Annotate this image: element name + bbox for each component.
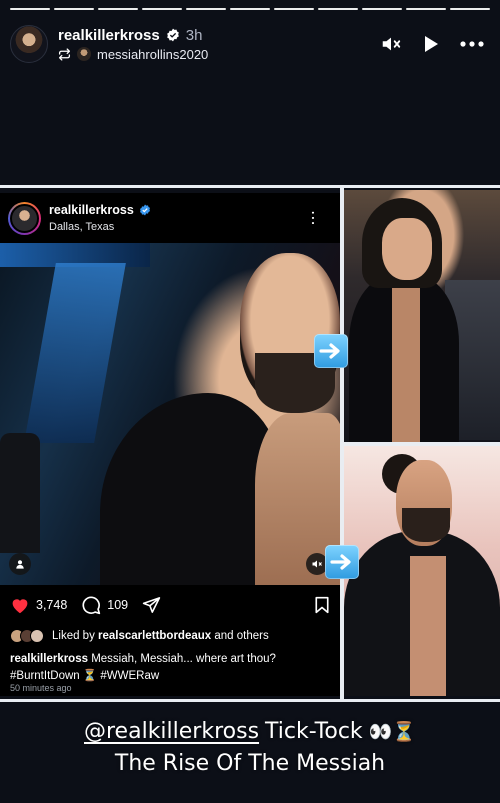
- post-username[interactable]: realkillerkross: [49, 203, 134, 217]
- reposted-from-avatar: [77, 47, 91, 61]
- story-text-caption: @realkillerkross Tick-Tock 👀⏳ The Rise O…: [0, 716, 500, 780]
- post-actions: 3,748 109: [10, 595, 330, 615]
- caption-line1: Tick-Tock: [265, 719, 363, 744]
- embedded-post[interactable]: realkillerkross Dallas, Texas ⋯ 3,748 10…: [0, 193, 340, 696]
- progress-segment: [274, 8, 314, 10]
- tagged-users-icon[interactable]: [9, 553, 31, 575]
- verified-badge-icon: [139, 204, 150, 216]
- liked-by-row: Liked by realscarlettbordeaux and others: [10, 629, 269, 643]
- caption-hashtags[interactable]: #BurntItDown ⏳ #WWERaw: [10, 670, 159, 682]
- caption-mention[interactable]: @realkillerkross: [84, 716, 259, 748]
- story-header: realkillerkross 3h messiahrollins2020: [10, 22, 490, 66]
- more-icon[interactable]: [460, 41, 484, 47]
- verified-badge-icon: [166, 28, 179, 42]
- share-icon[interactable]: [142, 596, 161, 614]
- post-more-icon[interactable]: ⋯: [303, 210, 332, 226]
- progress-segment: [362, 8, 402, 10]
- story-progress-bar: [10, 8, 490, 10]
- progress-segment: [10, 8, 50, 10]
- comment-icon[interactable]: [81, 595, 101, 615]
- liked-by-user[interactable]: realscarlettbordeaux: [98, 630, 211, 642]
- post-header: realkillerkross Dallas, Texas ⋯: [0, 193, 340, 243]
- like-heart-icon[interactable]: [10, 596, 30, 614]
- bookmark-icon[interactable]: [314, 596, 330, 614]
- post-caption: realkillerkross Messiah, Messiah... wher…: [10, 651, 330, 685]
- caption-username[interactable]: realkillerkross: [10, 653, 88, 665]
- progress-segment: [406, 8, 446, 10]
- liked-by-prefix: Liked by: [52, 630, 99, 642]
- caption-text: Messiah, Messiah... where art thou?: [88, 653, 276, 665]
- author-username[interactable]: realkillerkross: [58, 27, 160, 44]
- like-count: 3,748: [36, 598, 68, 612]
- progress-segment: [230, 8, 270, 10]
- entrance-photo-top: [344, 190, 500, 442]
- mute-icon[interactable]: [380, 33, 402, 55]
- right-arrow-icon: [314, 334, 348, 368]
- progress-segment: [450, 8, 490, 10]
- progress-segment: [186, 8, 226, 10]
- liker-avatar: [30, 629, 44, 643]
- author-info: realkillerkross 3h messiahrollins2020: [58, 27, 208, 62]
- eyes-hourglass-emoji: 👀⏳: [368, 721, 416, 743]
- post-media-image[interactable]: [0, 243, 340, 585]
- story-time: 3h: [185, 26, 203, 44]
- promo-photo-bottom: [344, 446, 500, 696]
- post-avatar[interactable]: [8, 201, 41, 235]
- repost-icon: [58, 47, 71, 61]
- post-location[interactable]: Dallas, Texas: [49, 221, 151, 233]
- comment-count: 109: [107, 598, 129, 612]
- progress-segment: [318, 8, 358, 10]
- progress-segment: [54, 8, 94, 10]
- liked-by-suffix: and others: [211, 630, 269, 642]
- background-figure: [0, 433, 40, 553]
- post-timestamp: 50 minutes ago: [10, 683, 72, 693]
- reposted-from-username[interactable]: messiahrollins2020: [97, 47, 208, 62]
- author-avatar[interactable]: [10, 25, 48, 63]
- progress-segment: [98, 8, 138, 10]
- frame-divider: [0, 185, 500, 188]
- caption-line2: The Rise Of The Messiah: [114, 751, 386, 776]
- play-icon[interactable]: [422, 34, 440, 54]
- progress-segment: [142, 8, 182, 10]
- right-arrow-icon: [325, 545, 359, 579]
- frame-divider: [0, 699, 500, 702]
